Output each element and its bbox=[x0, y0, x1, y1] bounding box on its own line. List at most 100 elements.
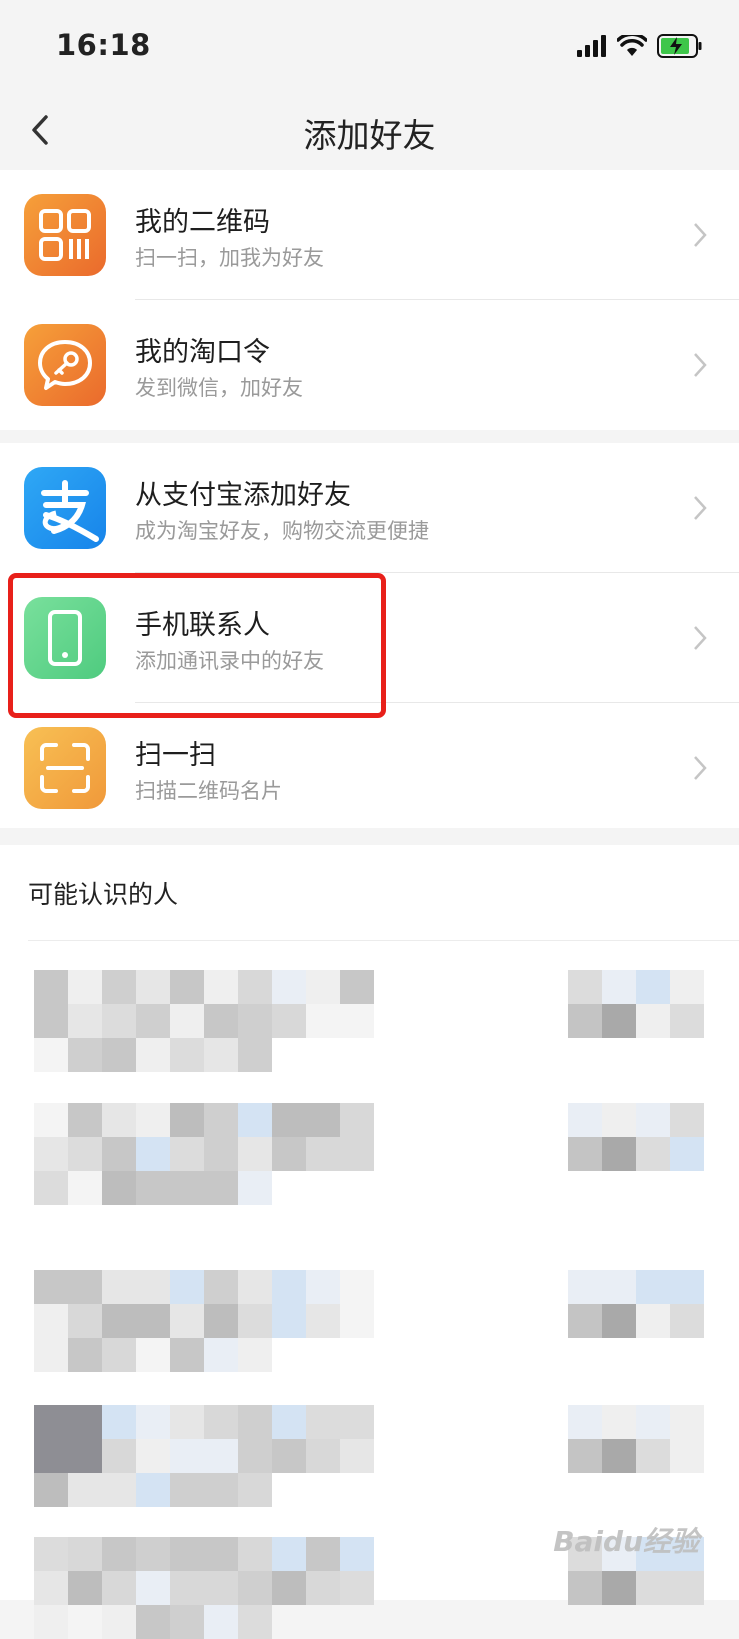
blurred-cell bbox=[636, 1439, 670, 1473]
blurred-cell bbox=[102, 1473, 136, 1507]
blurred-cell bbox=[170, 1304, 204, 1338]
blurred-cell bbox=[34, 1405, 68, 1439]
blurred-cell bbox=[136, 1473, 170, 1507]
blurred-cell bbox=[204, 1137, 238, 1171]
blurred-cell bbox=[238, 1103, 272, 1137]
blurred-cell bbox=[272, 1103, 306, 1137]
divider bbox=[28, 940, 739, 941]
blurred-cell bbox=[34, 970, 68, 1004]
blurred-cell bbox=[68, 970, 102, 1004]
blurred-cell bbox=[170, 1338, 204, 1372]
blurred-cell bbox=[568, 1304, 602, 1338]
blurred-cell bbox=[602, 1405, 636, 1439]
blurred-cell bbox=[272, 1439, 306, 1473]
blurred-cell bbox=[238, 1171, 272, 1205]
blurred-cell bbox=[204, 1473, 238, 1507]
blurred-cell bbox=[170, 1103, 204, 1137]
blurred-cell bbox=[204, 1338, 238, 1372]
blurred-cell bbox=[68, 1270, 102, 1304]
alipay-icon bbox=[24, 467, 106, 549]
blurred-cell bbox=[306, 1270, 340, 1304]
status-icons bbox=[577, 32, 703, 60]
blurred-cell bbox=[102, 1171, 136, 1205]
blurred-cell bbox=[670, 1137, 704, 1171]
blurred-cell bbox=[272, 1270, 306, 1304]
item-subtitle: 发到微信，加好友 bbox=[135, 376, 303, 400]
item-title: 我的淘口令 bbox=[135, 337, 270, 368]
blurred-cell bbox=[136, 1171, 170, 1205]
blurred-cell bbox=[670, 1004, 704, 1038]
blurred-cell bbox=[34, 1304, 68, 1338]
blurred-cell bbox=[102, 1137, 136, 1171]
blurred-cell bbox=[136, 1004, 170, 1038]
blurred-cell bbox=[636, 1270, 670, 1304]
blurred-cell bbox=[602, 970, 636, 1004]
blurred-cell bbox=[340, 1137, 374, 1171]
blurred-cell bbox=[238, 1605, 272, 1639]
blurred-cell bbox=[306, 1439, 340, 1473]
blurred-cell bbox=[102, 1439, 136, 1473]
blurred-cell bbox=[568, 1103, 602, 1137]
blurred-cell bbox=[204, 1103, 238, 1137]
blurred-cell bbox=[306, 1004, 340, 1038]
blurred-cell bbox=[272, 1137, 306, 1171]
blurred-cell bbox=[602, 1270, 636, 1304]
blurred-cell bbox=[136, 1270, 170, 1304]
status-time: 16:18 bbox=[56, 28, 151, 62]
blurred-cell bbox=[636, 1137, 670, 1171]
blurred-cell bbox=[636, 1103, 670, 1137]
blurred-cell bbox=[306, 970, 340, 1004]
item-subtitle: 成为淘宝好友，购物交流更便捷 bbox=[135, 519, 429, 543]
blurred-cell bbox=[136, 1537, 170, 1571]
blurred-cell bbox=[68, 1537, 102, 1571]
blurred-cell bbox=[170, 1605, 204, 1639]
blurred-cell bbox=[34, 1038, 68, 1072]
blurred-cell bbox=[238, 1004, 272, 1038]
signal-icon bbox=[577, 35, 606, 57]
blurred-cell bbox=[238, 1270, 272, 1304]
blurred-cell bbox=[340, 1103, 374, 1137]
blurred-cell bbox=[238, 1338, 272, 1372]
blurred-cell bbox=[670, 1439, 704, 1473]
item-title: 从支付宝添加好友 bbox=[135, 480, 351, 511]
blurred-cell bbox=[68, 1338, 102, 1372]
item-scan[interactable]: 扫一扫 扫描二维码名片 bbox=[0, 703, 739, 833]
blurred-cell bbox=[170, 1171, 204, 1205]
blurred-cell bbox=[170, 1405, 204, 1439]
blurred-cell bbox=[34, 1171, 68, 1205]
blurred-cell bbox=[170, 1270, 204, 1304]
blurred-cell bbox=[272, 1304, 306, 1338]
blurred-cell bbox=[68, 1038, 102, 1072]
item-add-from-alipay[interactable]: 从支付宝添加好友 成为淘宝好友，购物交流更便捷 bbox=[0, 443, 739, 573]
blurred-cell bbox=[34, 1004, 68, 1038]
blurred-cell bbox=[68, 1103, 102, 1137]
blurred-cell bbox=[136, 1439, 170, 1473]
chevron-right-icon bbox=[694, 756, 707, 780]
blurred-cell bbox=[568, 1405, 602, 1439]
blurred-cell bbox=[34, 1439, 68, 1473]
blurred-cell bbox=[68, 1605, 102, 1639]
nav-bar: 添加好友 bbox=[0, 95, 739, 170]
item-my-taokouling[interactable]: 我的淘口令 发到微信，加好友 bbox=[0, 300, 739, 430]
blurred-cell bbox=[238, 1439, 272, 1473]
people-section: 可能认识的人 bbox=[0, 845, 739, 1639]
blurred-cell bbox=[204, 1171, 238, 1205]
blurred-cell bbox=[238, 1304, 272, 1338]
blurred-cell bbox=[602, 1439, 636, 1473]
blurred-cell bbox=[670, 970, 704, 1004]
blurred-cell bbox=[306, 1137, 340, 1171]
blurred-cell bbox=[306, 1537, 340, 1571]
chevron-right-icon bbox=[694, 353, 707, 377]
blurred-cell bbox=[204, 1439, 238, 1473]
chevron-right-icon bbox=[694, 626, 707, 650]
blurred-cell bbox=[636, 1304, 670, 1338]
blurred-cell bbox=[204, 1304, 238, 1338]
group-my-codes: 我的二维码 扫一扫，加我为好友 我的淘口令 发到微信，加好友 bbox=[0, 170, 739, 430]
blurred-cell bbox=[238, 1473, 272, 1507]
blurred-cell bbox=[170, 1473, 204, 1507]
blurred-cell bbox=[670, 1270, 704, 1304]
blurred-cell bbox=[102, 1405, 136, 1439]
item-my-qrcode[interactable]: 我的二维码 扫一扫，加我为好友 bbox=[0, 170, 739, 300]
blurred-cell bbox=[34, 1605, 68, 1639]
blurred-cell bbox=[170, 1038, 204, 1072]
